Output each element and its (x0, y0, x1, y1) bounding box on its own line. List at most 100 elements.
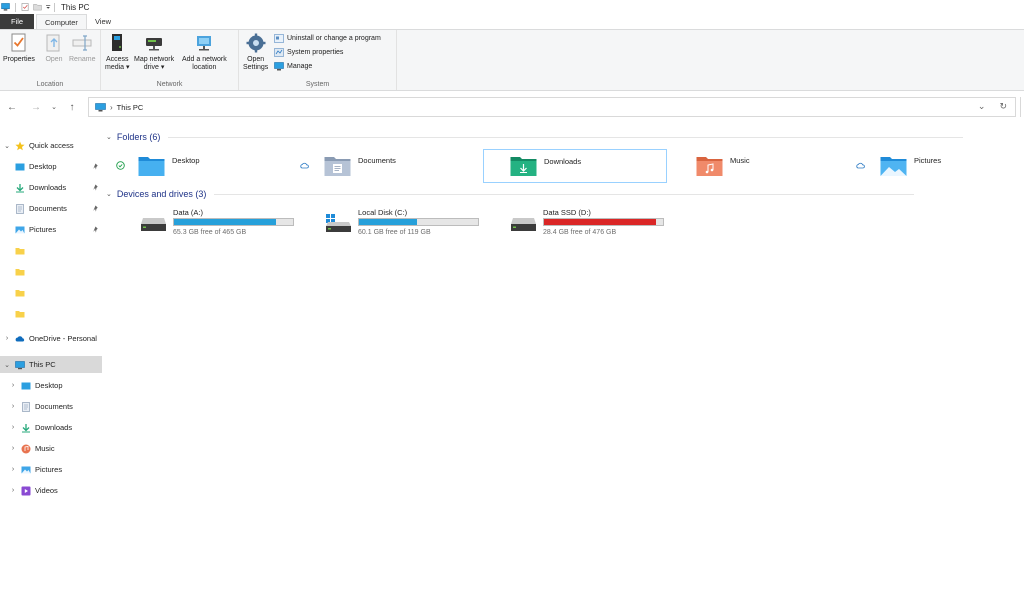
collapse-chevron-icon[interactable]: ⌄ (106, 190, 112, 198)
expand-chevron-icon[interactable]: › (9, 487, 17, 494)
sidebar-item-desktop[interactable]: Desktop (0, 158, 102, 175)
sidebar-item-pc-videos[interactable]: › Videos (0, 482, 102, 499)
sidebar-item-documents[interactable]: Documents (0, 200, 102, 217)
address-bar[interactable]: › This PC ⌄ ↻ (88, 97, 1016, 117)
ribbon: Properties Open Rename Location Access m… (0, 29, 1024, 91)
map-network-drive-button[interactable]: Map network drive ▾ (134, 33, 174, 72)
tab-view[interactable]: View (87, 14, 119, 29)
folder-documents[interactable]: Documents (300, 149, 482, 183)
sidebar-item-folder[interactable] (0, 242, 102, 259)
downloads-folder-icon (510, 157, 537, 176)
expand-chevron-icon[interactable]: › (9, 403, 17, 410)
drive-data-a[interactable]: Data (A:) 65.3 GB free of 465 GB (140, 208, 330, 238)
onedrive-cloud-icon (15, 335, 25, 341)
properties-button[interactable]: Properties (3, 33, 35, 64)
pin-icon[interactable] (92, 226, 99, 233)
media-server-icon (112, 34, 123, 51)
system-properties-button[interactable]: System properties (274, 48, 343, 57)
toolbar-divider (15, 2, 16, 12)
sidebar-item-folder[interactable] (0, 263, 102, 280)
sidebar-item-pc-music[interactable]: › Music (0, 440, 102, 457)
desktop-folder-icon (21, 382, 31, 389)
drive-free-space: 28.4 GB free of 476 GB (543, 229, 617, 236)
manage-button[interactable]: Manage (274, 62, 312, 71)
sidebar-item-quick-access[interactable]: ⌄ Quick access (0, 137, 102, 154)
drive-name: Local Disk (C:) (358, 208, 408, 217)
download-arrow-icon (22, 423, 30, 432)
expand-chevron-icon[interactable]: › (9, 424, 17, 431)
back-arrow-icon[interactable]: ← (4, 99, 20, 115)
drive-usage-fill (544, 219, 656, 225)
download-arrow-icon (16, 183, 24, 192)
drives-section-header[interactable]: ⌄ Devices and drives (3) (106, 189, 915, 199)
up-arrow-icon[interactable]: ↑ (64, 99, 80, 115)
address-dropdown-chevron-icon[interactable]: ⌄ (978, 101, 986, 112)
expand-chevron-icon[interactable]: › (9, 466, 17, 473)
pin-icon[interactable] (92, 184, 99, 191)
sidebar-item-pc-downloads[interactable]: › Downloads (0, 419, 102, 436)
sidebar-item-downloads[interactable]: Downloads (0, 179, 102, 196)
sidebar-item-this-pc[interactable]: ⌄ This PC (0, 356, 102, 373)
hard-drive-icon (511, 218, 536, 231)
new-folder-icon[interactable] (33, 3, 42, 11)
access-media-button[interactable]: Access media ▾ (105, 33, 130, 72)
drive-usage-bar (358, 218, 479, 226)
star-icon (15, 141, 25, 150)
cloud-icon (300, 162, 309, 169)
add-network-location-button[interactable]: Add a network location (182, 33, 227, 72)
expand-chevron-icon[interactable]: › (3, 335, 11, 342)
drive-data-ssd-d[interactable]: Data SSD (D:) 28.4 GB free of 476 GB (510, 208, 700, 238)
tab-computer[interactable]: Computer (36, 14, 87, 29)
refresh-icon[interactable]: ↻ (999, 101, 1007, 112)
uninstall-program-button[interactable]: Uninstall or change a program (274, 34, 381, 43)
ribbon-group-label: Location (36, 81, 64, 88)
synced-check-icon (116, 161, 125, 170)
breadcrumb-separator[interactable]: › (110, 103, 113, 112)
folder-downloads[interactable]: Downloads (483, 149, 667, 183)
folder-music[interactable]: Music (670, 149, 852, 183)
sidebar-item-folder[interactable] (0, 284, 102, 301)
open-settings-button[interactable]: Open Settings (243, 33, 268, 72)
sidebar-item-onedrive[interactable]: › OneDrive - Personal (0, 330, 102, 347)
network-location-icon (197, 36, 212, 51)
properties-icon (11, 33, 26, 52)
collapse-chevron-icon[interactable]: ⌄ (3, 361, 11, 369)
windows-drive-icon (326, 214, 351, 232)
expand-chevron-icon[interactable]: › (9, 445, 17, 452)
drive-local-disk-c[interactable]: Local Disk (C:) 60.1 GB free of 119 GB (325, 208, 515, 238)
folders-section-header[interactable]: ⌄ Folders (6) (106, 132, 964, 142)
expand-chevron-icon[interactable]: › (9, 382, 17, 389)
forward-arrow-icon[interactable]: → (28, 99, 44, 115)
sidebar-item-pictures[interactable]: Pictures (0, 221, 102, 238)
collapse-chevron-icon[interactable]: ⌄ (106, 133, 112, 141)
sidebar-item-pc-documents[interactable]: › Documents (0, 398, 102, 415)
drive-usage-bar (173, 218, 294, 226)
system-properties-icon (274, 48, 284, 57)
properties-icon[interactable] (21, 3, 30, 11)
section-divider (168, 136, 964, 138)
sidebar-item-folder[interactable] (0, 305, 102, 322)
sidebar-item-pc-pictures[interactable]: › Pictures (0, 461, 102, 478)
drive-usage-bar (543, 218, 664, 226)
drive-free-space: 65.3 GB free of 465 GB (173, 229, 247, 236)
sidebar-item-pc-desktop[interactable]: › Desktop (0, 377, 102, 394)
open-icon (46, 34, 60, 52)
window-title: This PC (61, 2, 90, 12)
folder-desktop[interactable]: Desktop (116, 149, 298, 183)
open-button[interactable]: Open (44, 33, 64, 64)
ribbon-group-location: Properties Open Rename Location (0, 30, 101, 90)
videos-icon (21, 486, 31, 495)
pin-icon[interactable] (92, 205, 99, 212)
recent-locations-chevron-icon[interactable]: ⌄ (46, 99, 62, 115)
tab-file[interactable]: File (0, 14, 34, 29)
title-bar: This PC (0, 0, 1024, 14)
breadcrumb-this-pc[interactable]: This PC (117, 103, 144, 112)
collapse-chevron-icon[interactable]: ⌄ (3, 142, 11, 150)
rename-icon (72, 35, 92, 51)
search-box[interactable] (1020, 97, 1024, 117)
customize-dropdown-icon[interactable] (45, 3, 52, 11)
rename-button[interactable]: Rename (69, 33, 95, 64)
pin-icon[interactable] (92, 163, 99, 170)
folder-pictures[interactable]: Pictures (856, 149, 1024, 183)
desktop-folder-icon (138, 157, 165, 176)
